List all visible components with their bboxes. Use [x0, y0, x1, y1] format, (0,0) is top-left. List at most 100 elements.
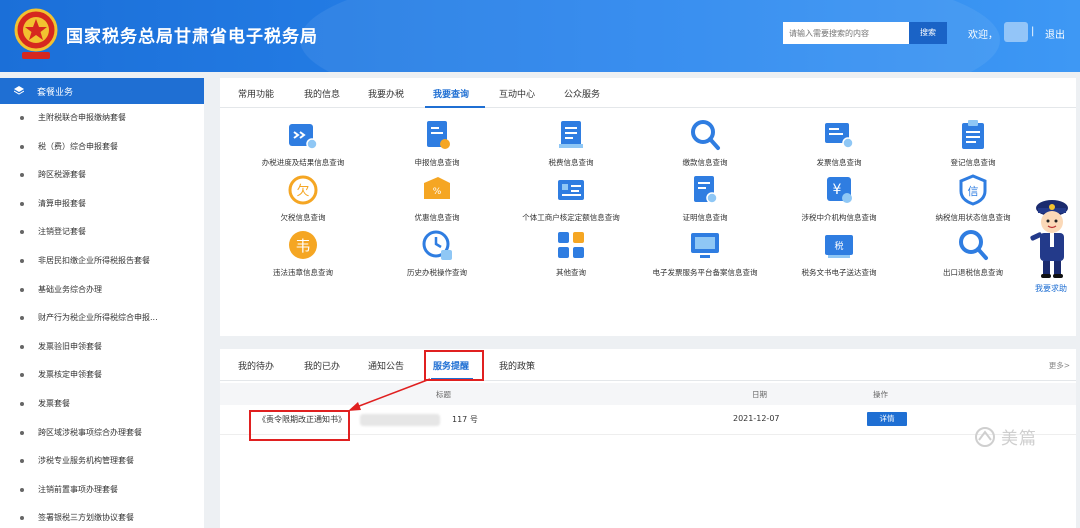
query-item[interactable]: ¥ 涉税中介机构信息查询 [772, 173, 906, 223]
header-divider: | [1031, 26, 1035, 37]
help-link[interactable]: 我要求助 [1035, 283, 1067, 294]
bullet-icon [20, 201, 24, 206]
bullet-icon [20, 401, 24, 406]
query-item[interactable]: 证明信息查询 [638, 173, 772, 223]
bottom-tab[interactable]: 我的待办 [238, 359, 274, 372]
bullet-icon [20, 487, 24, 492]
sidebar-item[interactable]: 发票套餐 [0, 390, 204, 419]
grid-apps-icon [558, 232, 584, 258]
top-tab[interactable]: 常用功能 [238, 87, 274, 100]
sidebar: 套餐业务 主附税联合申报缴纳套餐 税（费）综合申报套餐 跨区税源套餐 清算申报套餐注销… [0, 78, 204, 528]
sidebar-item[interactable]: 跨区域涉税事项综合办理套餐 [0, 419, 204, 448]
query-item[interactable]: 发票信息查询 [772, 118, 906, 168]
sidebar-item-label: 发票核定申领套餐 [38, 370, 102, 380]
sidebar-item-label: 税（费）综合申报套餐 [38, 141, 118, 151]
top-tab[interactable]: 我的信息 [304, 87, 340, 100]
sidebar-item[interactable]: 清算申报套餐 [0, 190, 204, 219]
sidebar-item[interactable]: 涉税专业服务机构管理套餐 [0, 447, 204, 476]
sidebar-item[interactable]: 基础业务综合办理 [0, 276, 204, 305]
logout-link[interactable]: 退出 [1045, 26, 1065, 41]
bullet-icon [20, 430, 24, 435]
sidebar-item-label: 清算申报套餐 [38, 198, 86, 208]
sidebar-item[interactable]: 注销前置事项办理套餐 [0, 476, 204, 505]
query-item-label: 个体工商户核定定额信息查询 [522, 213, 620, 222]
top-tab[interactable]: 我要办税 [368, 87, 404, 100]
query-item-label: 违法违章信息查询 [273, 268, 333, 277]
more-link[interactable]: 更多> [1049, 360, 1070, 371]
query-item[interactable]: 出口退税信息查询 [906, 228, 1040, 278]
meipian-logo-icon [975, 427, 995, 447]
sidebar-header[interactable]: 套餐业务 [0, 78, 204, 104]
query-item[interactable]: % 优惠信息查询 [370, 173, 504, 223]
query-item-label: 发票信息查询 [816, 158, 862, 167]
sidebar-item[interactable]: 主附税联合申报缴纳套餐 [0, 104, 204, 133]
export-refund-search-icon [959, 230, 988, 260]
query-item-label: 纳税信用状态信息查询 [935, 213, 1011, 222]
query-item[interactable]: 税税务文书电子送达查询 [772, 228, 906, 278]
sidebar-item[interactable]: 非居民扣缴企业所得税报告套餐 [0, 247, 204, 276]
help-mascot-icon[interactable] [1028, 196, 1076, 280]
query-item[interactable]: 欠欠税信息查询 [236, 173, 370, 223]
declaration-doc-icon [427, 121, 450, 149]
merchant-card-icon [558, 180, 584, 200]
bottom-tab[interactable]: 我的政策 [499, 359, 535, 372]
bullet-icon [20, 116, 24, 120]
annotation-arrow [348, 378, 431, 411]
bullet-icon [20, 258, 24, 263]
query-item-label: 其他查询 [556, 268, 586, 277]
sidebar-item[interactable]: 财产行为税企业所得税综合申报... [0, 304, 204, 333]
bullet-icon [20, 144, 24, 149]
layers-icon [14, 86, 24, 95]
sidebar-item[interactable]: 注销登记套餐 [0, 218, 204, 247]
query-item-label: 税费信息查询 [548, 158, 594, 167]
bullet-icon [20, 287, 24, 292]
einvoice-platform-icon [691, 233, 719, 258]
bullet-icon [20, 230, 24, 235]
sidebar-item[interactable]: 发票验旧申领套餐 [0, 333, 204, 362]
query-item-label: 登记信息查询 [950, 158, 996, 167]
search-input[interactable] [783, 22, 909, 44]
query-item[interactable]: 缴款信息查询 [638, 118, 772, 168]
highlight-box-notice-title [249, 410, 350, 441]
bottom-tab[interactable]: 我的已办 [304, 359, 340, 372]
query-item[interactable]: 税费信息查询 [504, 118, 638, 168]
sidebar-item-label: 跨区税源套餐 [38, 170, 86, 180]
top-tab[interactable]: 互动中心 [499, 87, 535, 100]
top-tab[interactable]: 公众服务 [564, 87, 600, 100]
top-tab-bar: 常用功能 我的信息 我要办税 我要查询 互动中心 公众服务 [220, 78, 1076, 108]
sidebar-item-label: 主附税联合申报缴纳套餐 [38, 113, 126, 122]
sidebar-item[interactable]: 税（费）综合申报套餐 [0, 133, 204, 162]
svg-text:韦: 韦 [295, 237, 310, 255]
query-item[interactable]: 个体工商户核定定额信息查询 [504, 173, 638, 223]
svg-text:信: 信 [968, 185, 979, 198]
query-item[interactable]: 申报信息查询 [370, 118, 504, 168]
sidebar-item-label: 发票验旧申领套餐 [38, 341, 102, 351]
query-item[interactable]: 登记信息查询 [906, 118, 1040, 168]
query-item[interactable]: 办税进度及结果信息查询 [236, 118, 370, 168]
bullet-icon [20, 344, 24, 349]
query-panel: 常用功能 我的信息 我要办税 我要查询 互动中心 公众服务 办税进度及结果信息查询 申报信息… [220, 78, 1076, 336]
bullet-icon [20, 516, 24, 521]
active-tab-indicator [425, 106, 485, 108]
query-item[interactable]: 信纳税信用状态信息查询 [906, 173, 1040, 223]
sidebar-item-label: 发票套餐 [38, 398, 70, 408]
top-tab[interactable]: 我要查询 [433, 87, 469, 100]
svg-text:欠: 欠 [296, 183, 309, 199]
sidebar-item-label: 财产行为税企业所得税综合申报... [38, 313, 158, 323]
highlight-box-service-reminder [424, 350, 484, 381]
query-item[interactable]: 历史办税操作查询 [370, 228, 504, 278]
detail-button[interactable]: 详情 [867, 412, 907, 426]
sidebar-item[interactable]: 签署银税三方划缴协议套餐 [0, 504, 204, 528]
query-item-label: 税务文书电子送达查询 [801, 268, 877, 277]
query-item-label: 欠税信息查询 [280, 213, 326, 222]
query-item-label: 办税进度及结果信息查询 [261, 158, 345, 167]
credit-seal-icon: 信 [959, 174, 987, 206]
sidebar-item[interactable]: 跨区税源套餐 [0, 161, 204, 190]
query-item[interactable]: 其他查询 [504, 228, 638, 278]
bottom-tab[interactable]: 通知公告 [368, 359, 404, 372]
query-item[interactable]: 电子发票服务平台备案信息查询 [638, 228, 772, 278]
query-item[interactable]: 韦违法违章信息查询 [236, 228, 370, 278]
search-button[interactable]: 搜索 [909, 22, 947, 44]
sidebar-item[interactable]: 发票核定申领套餐 [0, 361, 204, 390]
clipboard-icon [962, 120, 984, 149]
